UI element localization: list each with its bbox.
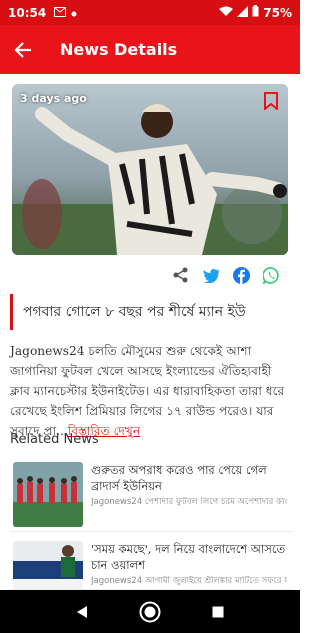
- notification-dot-icon: [71, 6, 77, 20]
- bookmark-icon[interactable]: [264, 92, 278, 110]
- related-news-item[interactable]: 'সময় কমছে', দল নিয়ে বাংলাদেশে আসতে চান…: [10, 541, 292, 590]
- related-news-item[interactable]: গুরুতর অপরাধ করেও পার পেয়ে গেল ব্রাদার্…: [10, 462, 292, 532]
- nav-back-icon[interactable]: [76, 605, 88, 619]
- gmail-icon: [54, 6, 67, 20]
- back-button[interactable]: [0, 25, 46, 74]
- share-icon[interactable]: [172, 266, 190, 284]
- related-desc: Jagonews24 আগামী জুলাইয়ে শ্রীলঙ্কার মাট…: [91, 576, 287, 586]
- related-thumbnail: [13, 462, 83, 527]
- related-thumbnail: [13, 541, 83, 589]
- app-bar: News Details: [0, 25, 300, 74]
- nav-home-icon[interactable]: [139, 601, 161, 623]
- related-news-heading: Related News: [10, 432, 99, 447]
- article-excerpt: Jagonews24 চলতি মৌসুমের শুরু থেকেই আশা জ…: [10, 344, 285, 438]
- battery-percent: 75%: [263, 5, 292, 20]
- status-bar: 10:54 75%: [0, 0, 300, 25]
- related-title: 'সময় কমছে', দল নিয়ে বাংলাদেশে আসতে চান…: [91, 542, 286, 572]
- football-photo: [12, 84, 288, 255]
- twitter-icon[interactable]: [202, 266, 220, 284]
- arrow-back-icon: [14, 41, 31, 58]
- nav-recents-icon[interactable]: [212, 606, 224, 618]
- article-image: 3 days ago: [12, 84, 288, 255]
- facebook-icon[interactable]: [232, 266, 250, 284]
- related-desc: Jagonews24 পেশাদার ফুটবল লিগে চরম অপেশাদ…: [91, 497, 287, 507]
- share-row: [172, 266, 280, 284]
- wifi-icon: [219, 6, 234, 20]
- signal-icon: [237, 5, 249, 20]
- page-title: News Details: [60, 40, 178, 59]
- related-title: গুরুতর অপরাধ করেও পার পেয়ে গেল ব্রাদার্…: [91, 463, 267, 493]
- article-age: 3 days ago: [20, 92, 87, 105]
- article-headline: পগবার গোলে ৮ বছর পর শীর্ষে ম্যান ইউ: [10, 294, 292, 330]
- notification-icons: [54, 6, 77, 20]
- system-nav-bar: [0, 590, 300, 633]
- article-body: Jagonews24 চলতি মৌসুমের শুরু থেকেই আশা জ…: [10, 341, 292, 441]
- battery-icon: [252, 5, 259, 20]
- status-time: 10:54: [8, 5, 47, 20]
- whatsapp-icon[interactable]: [262, 266, 280, 284]
